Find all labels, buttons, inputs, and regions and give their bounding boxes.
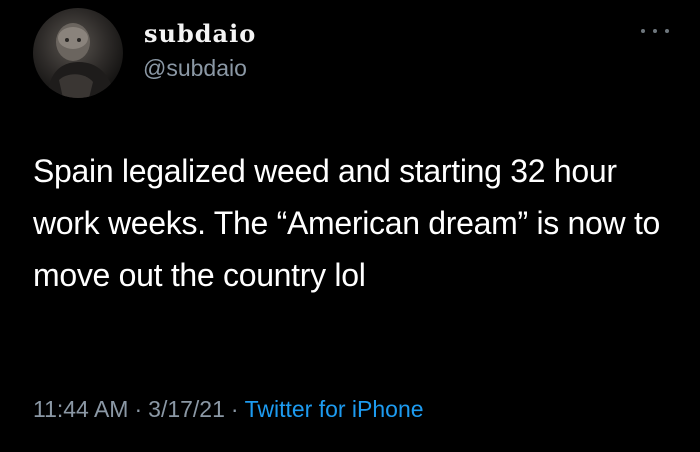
more-horizontal-icon-dot (653, 29, 657, 33)
avatar[interactable] (33, 8, 123, 98)
tweet-date[interactable]: 3/17/21 (148, 396, 225, 422)
tweet-meta: 11:44 AM · 3/17/21 · Twitter for iPhone (33, 398, 424, 421)
meta-separator: · (134, 396, 143, 422)
more-options-button[interactable] (641, 24, 669, 38)
more-horizontal-icon (641, 29, 645, 33)
user-handle[interactable]: @subdaio (143, 57, 247, 80)
avatar-photo-icon (47, 23, 115, 98)
tweet-time[interactable]: 11:44 AM (33, 396, 128, 422)
tweet-text: Spain legalized weed and starting 32 hou… (33, 153, 661, 293)
tweet-card: ꜱubdaio @subdaio Spain legalized weed an… (0, 0, 700, 452)
display-name[interactable]: ꜱubdaio (144, 22, 256, 46)
meta-separator: · (230, 396, 239, 422)
tweet-source-link[interactable]: Twitter for iPhone (245, 396, 424, 422)
more-horizontal-icon-dot (665, 29, 669, 33)
